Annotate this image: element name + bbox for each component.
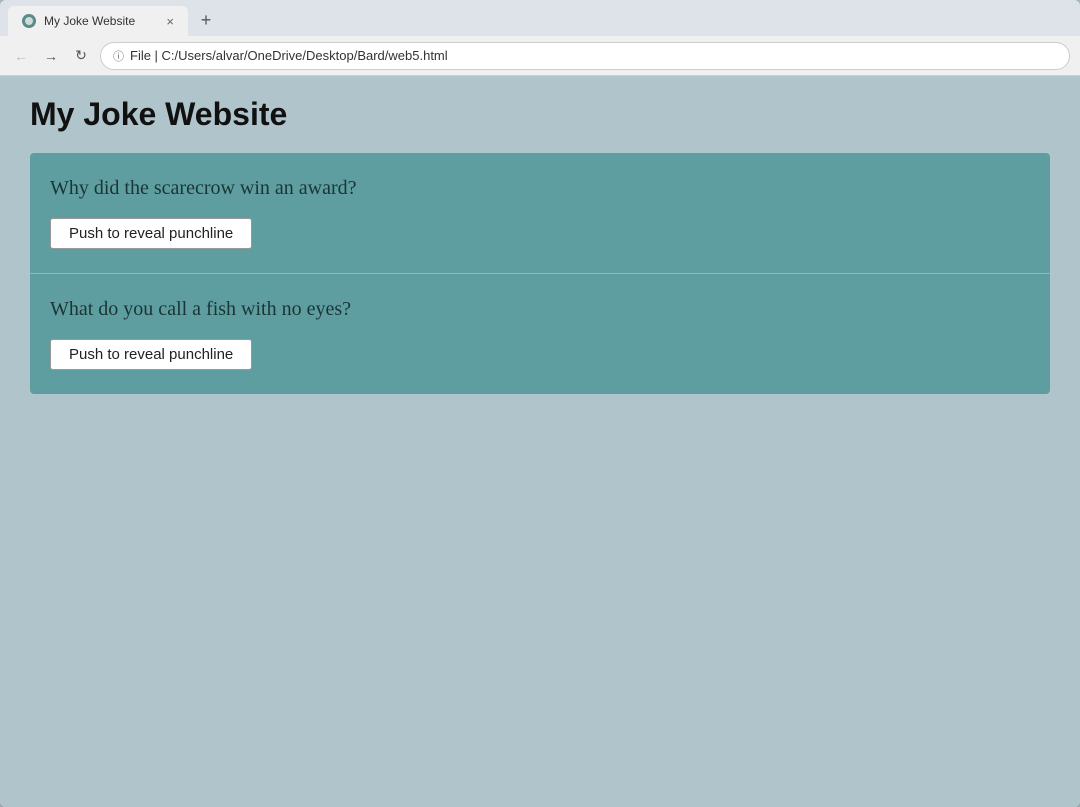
reveal-punchline-button-2[interactable]: Push to reveal punchline: [50, 339, 252, 370]
joke-question-1: Why did the scarecrow win an award?: [50, 177, 1030, 200]
browser-window: My Joke Website × + ← → ↻ ⓘ File | C:/Us…: [0, 0, 1080, 807]
active-tab[interactable]: My Joke Website ×: [8, 6, 188, 36]
joke-item-1: Why did the scarecrow win an award? Push…: [30, 153, 1050, 274]
page-title: My Joke Website: [30, 96, 1050, 133]
back-button[interactable]: ←: [10, 45, 32, 67]
address-info-icon: ⓘ: [113, 48, 124, 64]
joke-question-2: What do you call a fish with no eyes?: [50, 298, 1030, 321]
reload-button[interactable]: ↻: [70, 45, 92, 67]
tab-bar: My Joke Website × +: [0, 0, 1080, 36]
tab-close-button[interactable]: ×: [166, 15, 174, 28]
tab-favicon: [22, 14, 36, 28]
page-content: My Joke Website Why did the scarecrow wi…: [0, 76, 1080, 807]
joke-item-2: What do you call a fish with no eyes? Pu…: [30, 274, 1050, 394]
forward-button[interactable]: →: [40, 45, 62, 67]
reveal-punchline-button-1[interactable]: Push to reveal punchline: [50, 218, 252, 249]
new-tab-button[interactable]: +: [192, 6, 220, 34]
address-text: File | C:/Users/alvar/OneDrive/Desktop/B…: [130, 48, 448, 63]
jokes-container: Why did the scarecrow win an award? Push…: [30, 153, 1050, 394]
address-bar[interactable]: ⓘ File | C:/Users/alvar/OneDrive/Desktop…: [100, 42, 1070, 70]
nav-bar: ← → ↻ ⓘ File | C:/Users/alvar/OneDrive/D…: [0, 36, 1080, 76]
tab-title: My Joke Website: [44, 14, 158, 28]
